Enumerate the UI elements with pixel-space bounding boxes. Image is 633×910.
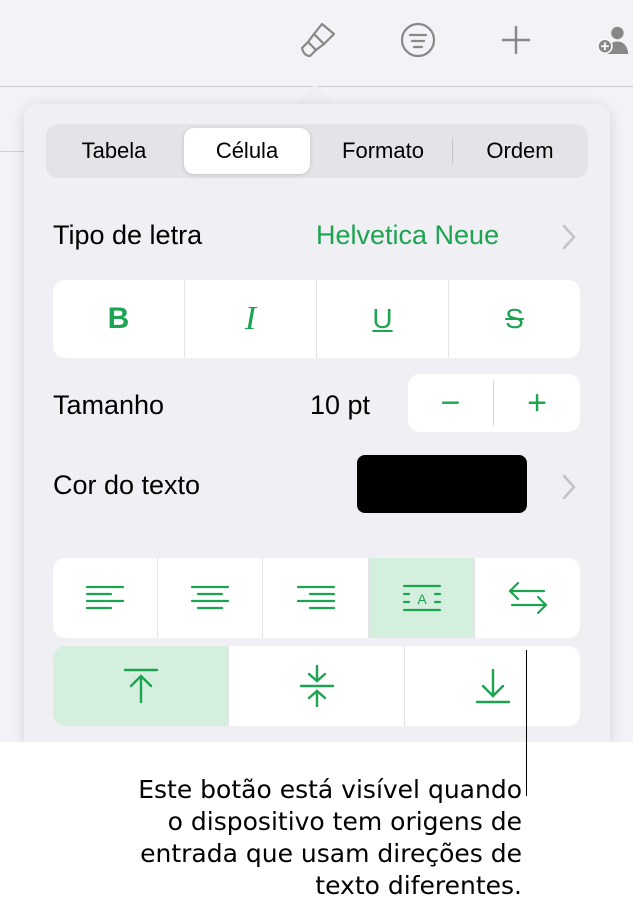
- text-direction-icon[interactable]: [475, 558, 580, 638]
- align-top-icon[interactable]: [53, 646, 228, 726]
- underline-button[interactable]: U: [317, 280, 448, 358]
- size-stepper: − +: [408, 374, 580, 432]
- plus-icon[interactable]: [494, 18, 538, 62]
- callout-line-1: Este botão está visível quando: [138, 775, 522, 804]
- text-style-group: B I U S: [53, 280, 580, 358]
- paintbrush-icon[interactable]: [296, 18, 340, 62]
- vertical-alignment-group: [53, 646, 580, 726]
- strikethrough-label: S: [505, 303, 524, 334]
- align-middle-icon[interactable]: [229, 646, 404, 726]
- tab-ordem[interactable]: Ordem: [456, 128, 584, 174]
- tab-bar: Tabela Célula Formato Ordem: [46, 124, 588, 178]
- strikethrough-button[interactable]: S: [449, 280, 580, 358]
- chevron-right-icon[interactable]: [559, 472, 579, 507]
- italic-button[interactable]: I: [185, 280, 316, 358]
- bold-label: B: [107, 302, 130, 335]
- popover-arrow: [293, 84, 337, 106]
- size-value: 10 pt: [310, 390, 371, 420]
- list-menu-icon[interactable]: [396, 18, 440, 62]
- callout-text: Este botão está visível quando o disposi…: [102, 774, 522, 902]
- horizontal-alignment-group: A: [53, 558, 580, 638]
- size-label: Tamanho: [53, 390, 165, 420]
- text-color-label: Cor do texto: [53, 470, 201, 500]
- tab-tabela[interactable]: Tabela: [50, 128, 178, 174]
- increment-button[interactable]: +: [494, 374, 580, 432]
- tab-divider: [452, 138, 453, 164]
- color-swatch[interactable]: [357, 455, 527, 513]
- align-left-icon[interactable]: [53, 558, 157, 638]
- align-bottom-icon[interactable]: [405, 646, 580, 726]
- minus-icon: −: [440, 383, 461, 422]
- tab-celula[interactable]: Célula: [184, 128, 310, 174]
- add-person-icon[interactable]: [594, 18, 633, 62]
- font-label: Tipo de letra: [53, 220, 203, 250]
- underline-label: U: [372, 303, 393, 334]
- align-right-icon[interactable]: [263, 558, 368, 638]
- svg-text:A: A: [417, 591, 427, 607]
- plus-sign-icon: +: [527, 383, 547, 422]
- callout-line-3: entrada que usam direções de: [140, 839, 522, 868]
- callout-line: [526, 650, 527, 796]
- chevron-right-icon[interactable]: [559, 222, 579, 257]
- decrement-button[interactable]: −: [408, 374, 493, 432]
- align-center-icon[interactable]: [158, 558, 262, 638]
- italic-label: I: [244, 300, 257, 337]
- toolbar: [0, 0, 633, 87]
- auto-align-icon[interactable]: A: [369, 558, 474, 638]
- callout-line-4: texto diferentes.: [315, 871, 522, 900]
- bold-button[interactable]: B: [53, 280, 184, 358]
- font-value[interactable]: Helvetica Neue: [316, 220, 499, 251]
- tab-formato[interactable]: Formato: [318, 128, 448, 174]
- callout-line-2: o dispositivo tem origens de: [167, 807, 522, 836]
